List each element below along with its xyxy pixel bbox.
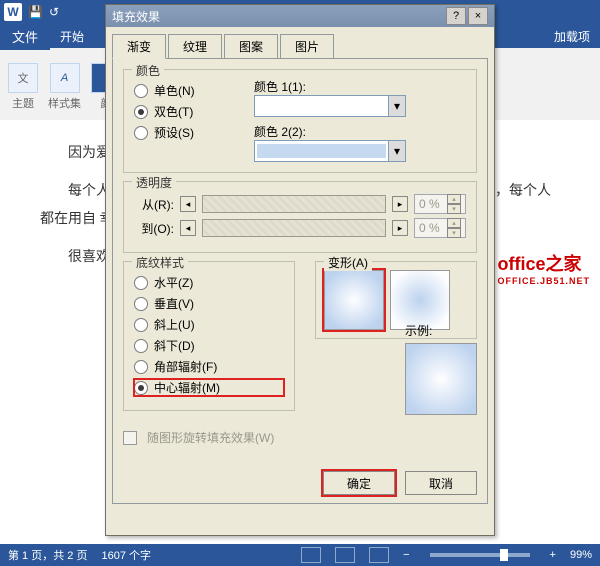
file-tab[interactable]: 文件 <box>0 23 50 50</box>
radio-diag-up[interactable] <box>134 318 148 332</box>
dialog-titlebar[interactable]: 填充效果 ? × <box>106 5 494 27</box>
tab-picture[interactable]: 图片 <box>280 34 334 59</box>
ok-button[interactable]: 确定 <box>323 471 395 495</box>
dialog-tabs: 渐变 纹理 图案 图片 <box>106 27 494 58</box>
from-percent[interactable]: 0 %▴▾ <box>414 194 466 214</box>
variant-1[interactable] <box>324 270 384 330</box>
view-print-icon[interactable] <box>335 547 355 563</box>
color2-select[interactable]: ▾ <box>254 140 406 162</box>
chevron-down-icon: ▾ <box>388 141 405 161</box>
color1-select[interactable]: ▾ <box>254 95 406 117</box>
watermark: office之家OFFICE.JB51.NET <box>497 250 590 286</box>
radio-horizontal[interactable] <box>134 276 148 290</box>
view-web-icon[interactable] <box>369 547 389 563</box>
color2-label: 颜色 2(2): <box>254 123 466 140</box>
shading-legend: 底纹样式 <box>132 254 188 271</box>
qat-undo-icon[interactable]: ↺ <box>49 5 59 19</box>
tab-pattern[interactable]: 图案 <box>224 34 278 59</box>
zoom-level[interactable]: 99% <box>570 549 592 561</box>
dialog-body: 颜色 单色(N) 双色(T) 预设(S) 颜色 1(1): ▾ 颜色 2(2):… <box>112 58 488 504</box>
cancel-button[interactable]: 取消 <box>405 471 477 495</box>
radio-diag-down[interactable] <box>134 339 148 353</box>
radio-preset[interactable] <box>134 126 148 140</box>
shading-group: 底纹样式 水平(Z) 垂直(V) 斜上(U) 斜下(D) 角部辐射(F) 中心辐… <box>123 261 295 411</box>
status-bar: 第 1 页，共 2 页 1607 个字 − + 99% <box>0 544 600 566</box>
dialog-title: 填充效果 <box>112 8 160 25</box>
colors-legend: 颜色 <box>132 62 164 79</box>
radio-from-corner[interactable] <box>134 360 148 374</box>
fill-effects-dialog: 填充效果 ? × 渐变 纹理 图案 图片 颜色 单色(N) 双色(T) 预设(S… <box>105 4 495 536</box>
tab-gradient[interactable]: 渐变 <box>112 34 166 59</box>
rotate-checkbox <box>123 431 137 445</box>
qat-save-icon[interactable]: 💾 <box>28 5 43 19</box>
zoom-in-button[interactable]: + <box>550 549 556 561</box>
to-slider[interactable] <box>202 219 386 237</box>
to-right-icon[interactable]: ▸ <box>392 220 408 236</box>
page-indicator[interactable]: 第 1 页，共 2 页 <box>8 547 87 563</box>
radio-two-color[interactable] <box>134 105 148 119</box>
ribbon-theme[interactable]: 文主题 <box>8 52 38 122</box>
app-icon: W <box>4 3 22 21</box>
from-right-icon[interactable]: ▸ <box>392 196 408 212</box>
chevron-down-icon: ▾ <box>388 96 405 116</box>
rotate-checkbox-row: 随图形旋转填充效果(W) <box>123 429 477 446</box>
variants-legend: 变形(A) <box>324 254 372 271</box>
tab-home[interactable]: 开始 <box>50 24 94 49</box>
radio-from-center[interactable] <box>134 381 148 395</box>
radio-vertical[interactable] <box>134 297 148 311</box>
to-left-icon[interactable]: ◂ <box>180 220 196 236</box>
zoom-slider[interactable] <box>430 553 530 557</box>
ribbon-styleset[interactable]: A样式集 <box>48 52 81 122</box>
from-slider[interactable] <box>202 195 386 213</box>
color1-label: 颜色 1(1): <box>254 78 466 95</box>
from-left-icon[interactable]: ◂ <box>180 196 196 212</box>
word-count[interactable]: 1607 个字 <box>101 547 151 563</box>
tab-addins[interactable]: 加载项 <box>544 24 600 49</box>
transparency-legend: 透明度 <box>132 174 176 191</box>
close-button[interactable]: × <box>468 7 488 25</box>
example-group: 示例: <box>405 322 477 415</box>
zoom-out-button[interactable]: − <box>403 549 409 561</box>
view-read-icon[interactable] <box>301 547 321 563</box>
to-percent[interactable]: 0 %▴▾ <box>414 218 466 238</box>
colors-group: 颜色 单色(N) 双色(T) 预设(S) 颜色 1(1): ▾ 颜色 2(2):… <box>123 69 477 173</box>
example-label: 示例: <box>405 322 477 339</box>
radio-one-color[interactable] <box>134 84 148 98</box>
tab-texture[interactable]: 纹理 <box>168 34 222 59</box>
help-button[interactable]: ? <box>446 7 466 25</box>
example-preview <box>405 343 477 415</box>
transparency-group: 透明度 从(R): ◂ ▸ 0 %▴▾ 到(O): ◂ ▸ 0 %▴▾ <box>123 181 477 253</box>
variant-2[interactable] <box>390 270 450 330</box>
